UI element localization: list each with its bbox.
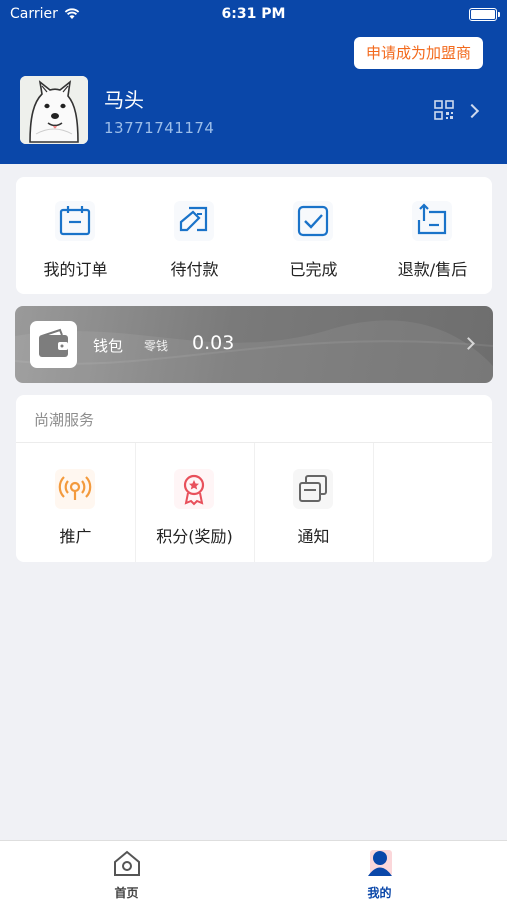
divider <box>373 443 374 562</box>
completed-check-icon <box>293 201 333 241</box>
service-label: 推广 <box>59 527 92 546</box>
refund-icon <box>412 201 452 241</box>
services-card: 尚潮服务 推广 积分(奖励) 通知 <box>16 395 492 562</box>
profile-header: Carrier 6:31 PM 申请成为加盟商 马头 13771741174 <box>0 0 507 164</box>
tab-profile[interactable]: 我的 <box>253 841 506 900</box>
tab-label: 我的 <box>367 886 392 900</box>
status-bar: Carrier 6:31 PM <box>0 0 507 28</box>
order-label: 我的订单 <box>43 260 108 279</box>
service-label: 通知 <box>297 527 330 546</box>
order-item-my-orders[interactable]: 我的订单 <box>16 177 135 294</box>
order-calendar-icon <box>55 201 95 241</box>
order-label: 退款/售后 <box>397 260 468 279</box>
battery-icon <box>469 8 500 21</box>
qr-code-icon[interactable] <box>434 100 454 120</box>
pending-payment-icon <box>174 201 214 241</box>
status-time: 6:31 PM <box>221 6 286 22</box>
wallet-icon <box>30 321 77 368</box>
home-icon <box>114 850 140 876</box>
wallet-wave-decoration <box>15 320 493 383</box>
service-promotion[interactable]: 推广 <box>16 443 135 562</box>
change-label: 零钱 <box>144 339 169 353</box>
service-notification[interactable]: 通知 <box>254 443 373 562</box>
phone-number: 13771741174 <box>104 119 215 137</box>
order-item-pending-payment[interactable]: 待付款 <box>135 177 254 294</box>
change-balance: 0.03 <box>192 332 235 354</box>
join-franchise-button[interactable]: 申请成为加盟商 <box>353 37 483 69</box>
avatar[interactable] <box>20 76 88 144</box>
notification-icon <box>293 469 333 509</box>
order-item-refund[interactable]: 退款/售后 <box>373 177 492 294</box>
tab-home[interactable]: 首页 <box>0 841 253 900</box>
profile-icon <box>368 850 392 876</box>
wallet-card[interactable]: 钱包 零钱 0.03 <box>15 306 493 383</box>
tab-bar: 首页 我的 <box>0 840 507 900</box>
broadcast-icon <box>55 469 95 509</box>
username: 马头 <box>104 88 144 112</box>
order-item-completed[interactable]: 已完成 <box>254 177 373 294</box>
tab-label: 首页 <box>114 886 139 900</box>
orders-card: 我的订单 待付款 已完成 退款/售后 <box>16 177 492 294</box>
doge-avatar-image <box>20 76 88 144</box>
service-label: 积分(奖励) <box>156 527 233 546</box>
order-label: 已完成 <box>289 260 338 279</box>
services-title: 尚潮服务 <box>34 411 95 429</box>
order-label: 待付款 <box>170 260 219 279</box>
badge-icon <box>174 469 214 509</box>
chevron-right-icon[interactable] <box>464 103 480 119</box>
service-points[interactable]: 积分(奖励) <box>135 443 254 562</box>
wallet-label: 钱包 <box>93 337 124 355</box>
